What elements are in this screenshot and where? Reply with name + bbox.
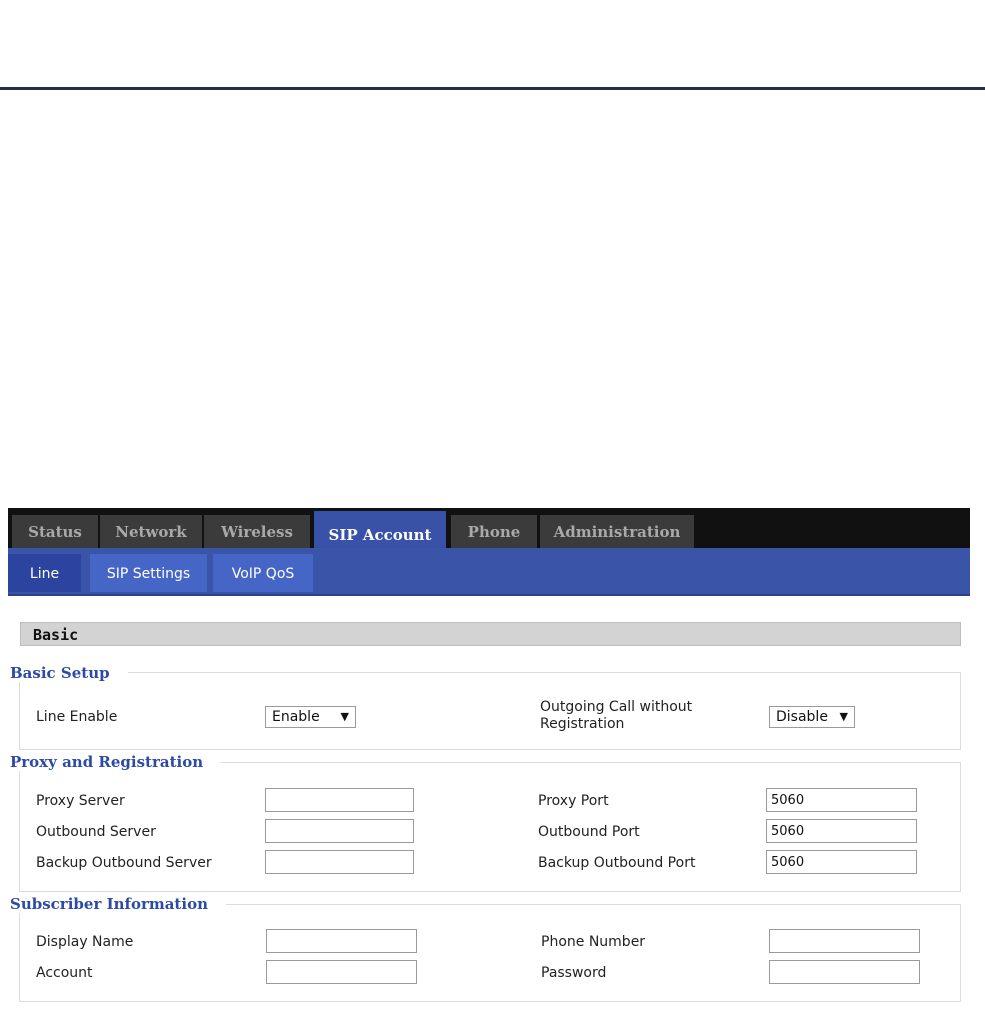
- display-name-input[interactable]: [266, 929, 417, 953]
- main-nav-bar: Status Network Wireless SIP Account Phon…: [8, 508, 970, 550]
- proxy-registration-group: Proxy Server Outbound Server Backup Outb…: [19, 762, 961, 892]
- outgoing-call-label-line2: Registration: [540, 716, 625, 732]
- outbound-server-label: Outbound Server: [36, 824, 156, 840]
- tab-wireless[interactable]: Wireless: [204, 515, 310, 548]
- tab-network[interactable]: Network: [100, 515, 202, 548]
- phone-number-label: Phone Number: [541, 934, 646, 950]
- tab-administration[interactable]: Administration: [540, 515, 694, 548]
- sub-nav-bar: Line SIP Settings VoIP QoS: [8, 548, 970, 596]
- account-input[interactable]: [266, 960, 417, 984]
- line-enable-select[interactable]: Enable ▼: [265, 706, 356, 728]
- chevron-down-icon: ▼: [340, 710, 349, 723]
- chevron-down-icon: ▼: [839, 710, 848, 723]
- backup-outbound-port-input[interactable]: [766, 850, 917, 874]
- tab-sip-account[interactable]: SIP Account: [314, 511, 446, 550]
- basic-setup-group: Line Enable Enable ▼ Outgoing Call witho…: [19, 672, 961, 750]
- outgoing-call-value: Disable: [776, 709, 828, 725]
- line-enable-label: Line Enable: [36, 709, 118, 725]
- header-divider: [0, 87, 985, 90]
- proxy-registration-legend: Proxy and Registration: [10, 753, 222, 771]
- section-title-basic: Basic: [20, 622, 961, 646]
- outbound-port-label: Outbound Port: [538, 824, 640, 840]
- tab-status[interactable]: Status: [12, 515, 98, 548]
- display-name-label: Display Name: [36, 934, 134, 950]
- line-enable-value: Enable: [272, 709, 320, 725]
- subtab-line[interactable]: Line: [8, 554, 81, 592]
- subscriber-information-group: Display Name Account Phone Number Passwo…: [19, 904, 961, 1002]
- tab-phone[interactable]: Phone: [451, 515, 537, 548]
- subtab-sip-settings[interactable]: SIP Settings: [90, 554, 207, 592]
- password-input[interactable]: [769, 960, 920, 984]
- outgoing-call-select[interactable]: Disable ▼: [769, 706, 855, 728]
- outbound-server-input[interactable]: [265, 819, 414, 843]
- proxy-port-label: Proxy Port: [538, 793, 609, 809]
- phone-number-input[interactable]: [769, 929, 920, 953]
- outbound-port-input[interactable]: [766, 819, 917, 843]
- proxy-server-label: Proxy Server: [36, 793, 125, 809]
- subtab-voip-qos[interactable]: VoIP QoS: [213, 554, 313, 592]
- backup-outbound-server-label: Backup Outbound Server: [36, 855, 212, 871]
- subscriber-information-legend: Subscriber Information: [10, 895, 226, 913]
- outgoing-call-label-line1: Outgoing Call without: [540, 699, 693, 715]
- basic-setup-legend: Basic Setup: [10, 664, 128, 682]
- backup-outbound-server-input[interactable]: [265, 850, 414, 874]
- account-label: Account: [36, 965, 93, 981]
- proxy-port-input[interactable]: [766, 788, 917, 812]
- backup-outbound-port-label: Backup Outbound Port: [538, 855, 696, 871]
- proxy-server-input[interactable]: [265, 788, 414, 812]
- password-label: Password: [541, 965, 607, 981]
